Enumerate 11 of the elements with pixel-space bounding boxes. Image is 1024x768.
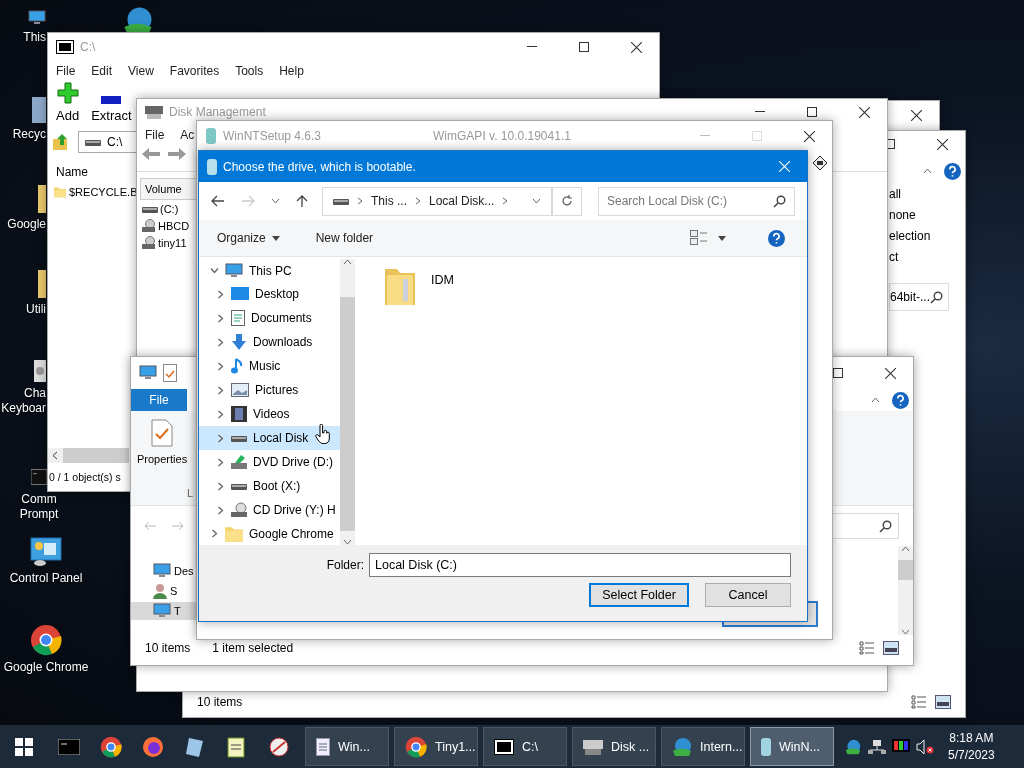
status-text: 10 items (197, 695, 243, 709)
window-title: C:\ (80, 40, 96, 54)
status-text: 1 item selected (212, 641, 294, 655)
folder-label: Folder: (326, 558, 364, 572)
window-title: WinNTSetup 4.6.3 (223, 129, 322, 143)
status-text: 0 / 1 object(s) s (49, 471, 121, 483)
group-label: L (187, 487, 194, 499)
window-title: Disk Management (169, 105, 266, 119)
dialog-title: Choose the drive, which is bootable. (223, 159, 416, 174)
status-text: 10 items (145, 641, 191, 655)
version-text: WimGAPI v. 10.0.19041.1 (433, 129, 571, 143)
